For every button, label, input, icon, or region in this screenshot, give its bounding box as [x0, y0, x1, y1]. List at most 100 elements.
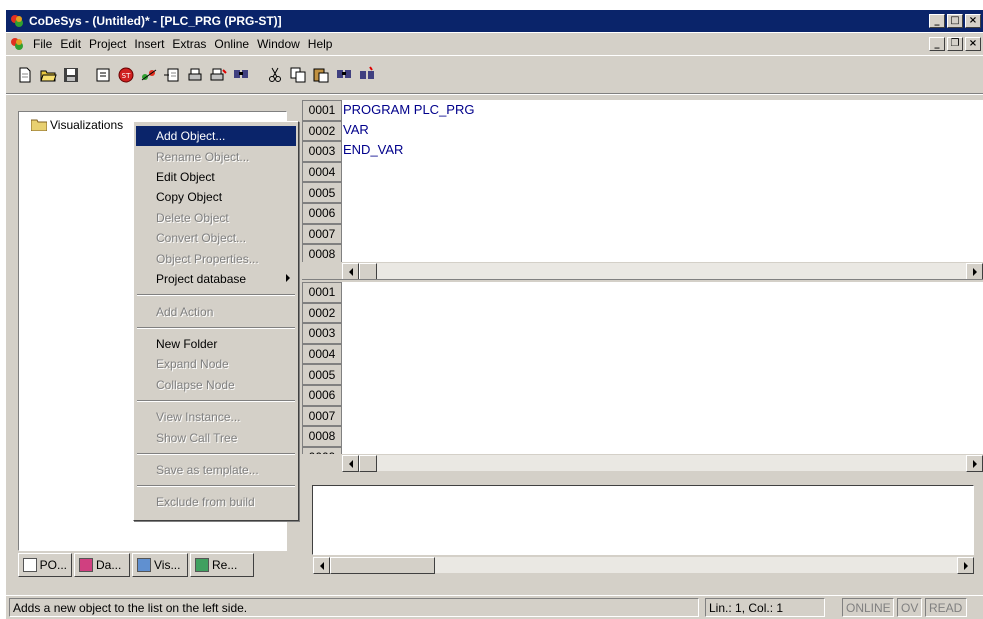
menu-item-delete-object[interactable]: Delete Object — [136, 208, 296, 228]
menu-item-new-folder[interactable]: New Folder — [136, 334, 296, 354]
tab-label: Vis... — [154, 558, 181, 572]
maximize-button[interactable]: □ — [947, 14, 963, 28]
stop-icon[interactable]: ST — [115, 64, 137, 86]
print-preview-icon[interactable] — [207, 64, 229, 86]
tab-pous[interactable]: PO... — [18, 553, 72, 577]
title-bar[interactable]: CoDeSys - (Untitled)* - [PLC_PRG (PRG-ST… — [6, 10, 983, 32]
scroll-right-button[interactable] — [957, 557, 974, 574]
menu-item-edit-object[interactable]: Edit Object — [136, 167, 296, 187]
scroll-left-button[interactable] — [313, 557, 330, 574]
step-over-icon[interactable] — [161, 64, 183, 86]
menu-separator — [137, 400, 295, 402]
line-numbers: 0001 0002 0003 0004 0005 0006 0007 0008 … — [302, 282, 342, 454]
menu-file[interactable]: File — [29, 37, 56, 51]
cut-icon[interactable] — [264, 64, 286, 86]
menu-item-save-as-template[interactable]: Save as template... — [136, 460, 296, 480]
tab-data-types[interactable]: Da... — [74, 553, 130, 577]
tree-node-label: Visualizations — [50, 118, 124, 132]
menu-item-project-database[interactable]: Project database — [136, 269, 296, 289]
overwrite-indicator: OV — [897, 598, 922, 617]
scroll-right-button[interactable] — [966, 263, 983, 280]
find-icon[interactable] — [230, 64, 252, 86]
code-line[interactable]: PROGRAM PLC_PRG — [343, 102, 474, 117]
menu-item-add-object[interactable]: Add Object... — [136, 126, 296, 146]
scroll-right-button[interactable] — [966, 455, 983, 472]
child-close-button[interactable]: × — [965, 37, 981, 51]
new-file-icon[interactable] — [14, 64, 36, 86]
top-horizontal-scrollbar[interactable] — [342, 262, 983, 280]
code-line[interactable]: VAR — [343, 122, 369, 137]
message-horizontal-scrollbar[interactable] — [313, 556, 974, 574]
data-types-icon — [79, 558, 93, 572]
login-icon[interactable] — [92, 64, 114, 86]
tab-label: Da... — [96, 558, 122, 572]
read-indicator: READ — [925, 598, 967, 617]
line-number: 0004 — [302, 343, 342, 365]
menu-item-object-properties[interactable]: Object Properties... — [136, 249, 296, 269]
menu-extras[interactable]: Extras — [168, 37, 210, 51]
codesys-app-icon — [10, 14, 24, 28]
menu-item-exclude-from-build[interactable]: Exclude from build — [136, 492, 296, 512]
scroll-thumb[interactable] — [359, 455, 377, 472]
line-number: 0008 — [302, 426, 342, 447]
scroll-thumb[interactable] — [330, 557, 435, 574]
menu-help[interactable]: Help — [304, 37, 337, 51]
child-minimize-button[interactable]: _ — [929, 37, 945, 51]
organizer-tabs: PO... Da... Vis... Re... — [18, 553, 288, 579]
tree-node-visualizations[interactable]: Visualizations — [30, 118, 124, 132]
replace-icon[interactable] — [356, 64, 378, 86]
line-number: 0002 — [302, 120, 342, 142]
svg-text:ST: ST — [122, 72, 131, 80]
breakpoint-icon[interactable] — [138, 64, 160, 86]
scroll-left-button[interactable] — [342, 455, 359, 472]
menu-item-label: Project database — [156, 272, 247, 286]
open-folder-icon[interactable] — [37, 64, 59, 86]
menu-separator — [137, 327, 295, 329]
menu-edit[interactable]: Edit — [56, 37, 85, 51]
line-number: 0007 — [302, 223, 342, 245]
line-number: 0007 — [302, 405, 342, 427]
child-restore-button[interactable]: ❐ — [947, 37, 963, 51]
menu-insert[interactable]: Insert — [130, 37, 168, 51]
message-window[interactable] — [312, 485, 974, 555]
tab-label: Re... — [212, 558, 238, 572]
menu-item-add-action[interactable]: Add Action — [136, 302, 296, 322]
tab-resources[interactable]: Re... — [190, 553, 254, 577]
code-line[interactable]: END_VAR — [343, 142, 403, 157]
menu-item-expand-node[interactable]: Expand Node — [136, 354, 296, 374]
minimize-button[interactable]: _ — [929, 14, 945, 28]
line-number: 0004 — [302, 161, 342, 183]
resources-icon — [195, 558, 209, 572]
paste-icon[interactable] — [310, 64, 332, 86]
menu-item-rename-object[interactable]: Rename Object... — [136, 147, 296, 167]
menu-item-convert-object[interactable]: Convert Object... — [136, 228, 296, 248]
scroll-left-button[interactable] — [342, 263, 359, 280]
line-number: 0003 — [302, 141, 342, 162]
bottom-horizontal-scrollbar[interactable] — [342, 454, 983, 472]
body-editor[interactable]: 0001 0002 0003 0004 0005 0006 0007 0008 … — [302, 282, 983, 454]
line-numbers: 0001 0002 0003 0004 0005 0006 0007 0008 — [302, 100, 342, 265]
print-icon[interactable] — [184, 64, 206, 86]
copy-icon[interactable] — [287, 64, 309, 86]
line-number: 0005 — [302, 364, 342, 385]
save-icon[interactable] — [60, 64, 82, 86]
tab-visualizations[interactable]: Vis... — [132, 553, 188, 577]
menu-item-copy-object[interactable]: Copy Object — [136, 187, 296, 207]
menu-item-collapse-node[interactable]: Collapse Node — [136, 375, 296, 395]
document-icon[interactable] — [10, 37, 26, 51]
menu-item-view-instance[interactable]: View Instance... — [136, 407, 296, 427]
menu-item-show-call-tree[interactable]: Show Call Tree — [136, 428, 296, 448]
scroll-thumb[interactable] — [359, 263, 377, 280]
close-button[interactable]: × — [965, 14, 981, 28]
toolbar: ST — [6, 56, 983, 94]
window-title: CoDeSys - (Untitled)* - [PLC_PRG (PRG-ST… — [29, 14, 282, 28]
tab-label: PO... — [39, 558, 67, 572]
menu-project[interactable]: Project — [85, 37, 130, 51]
declaration-editor[interactable]: 0001 0002 0003 0004 0005 0006 0007 0008 … — [302, 100, 983, 279]
cursor-position: Lin.: 1, Col.: 1 — [705, 598, 825, 617]
menu-online[interactable]: Online — [210, 37, 253, 51]
find-next-icon[interactable] — [333, 64, 355, 86]
menu-separator — [137, 485, 295, 487]
online-indicator: ONLINE — [842, 598, 894, 617]
menu-window[interactable]: Window — [253, 37, 304, 51]
